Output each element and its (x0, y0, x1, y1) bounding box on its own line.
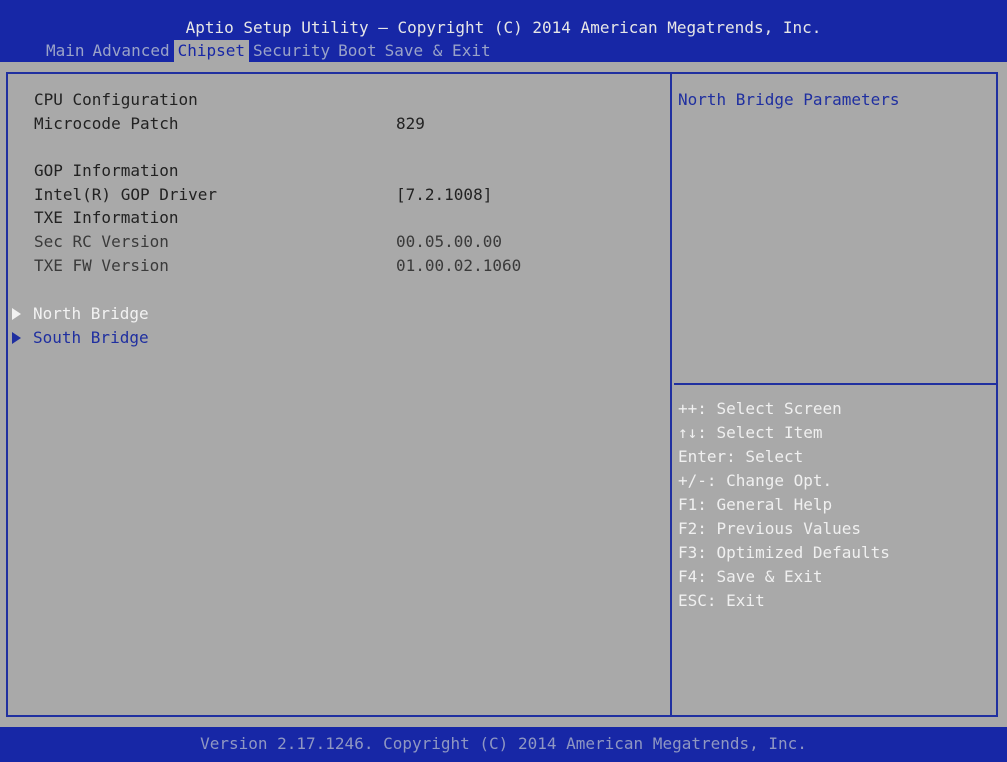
triangle-right-icon (12, 332, 21, 344)
cpu-configuration-heading: CPU Configuration (34, 90, 198, 109)
submenu-label: North Bridge (33, 304, 149, 323)
gop-driver-label: Intel(R) GOP Driver (34, 185, 218, 204)
bios-setup-screen: Aptio Setup Utility – Copyright (C) 2014… (0, 0, 1007, 762)
help-key-f3: F3: Optimized Defaults (678, 543, 890, 562)
help-key-select-screen: ++: Select Screen (678, 399, 842, 418)
submenu-north-bridge[interactable]: North Bridge (12, 303, 149, 325)
microcode-patch-label: Microcode Patch (34, 114, 179, 133)
header-bar: Aptio Setup Utility – Copyright (C) 2014… (0, 0, 1007, 62)
triangle-right-icon (12, 308, 21, 320)
help-key-enter: Enter: Select (678, 447, 804, 466)
gop-information-heading: GOP Information (34, 161, 179, 180)
help-key-esc: ESC: Exit (678, 591, 765, 610)
txe-information-heading: TXE Information (34, 208, 179, 227)
txe-fw-version-value: 01.00.02.1060 (396, 256, 522, 275)
sec-rc-version-label: Sec RC Version (34, 232, 169, 251)
help-key-f4: F4: Save & Exit (678, 567, 823, 586)
submenu-label: South Bridge (33, 328, 149, 347)
help-key-select-item: ↑↓: Select Item (678, 423, 823, 442)
help-key-f1: F1: General Help (678, 495, 833, 514)
tab-main[interactable]: Main (42, 40, 89, 62)
submenu-south-bridge[interactable]: South Bridge (12, 327, 149, 349)
tab-bar: Main Advanced Chipset Security Boot Save… (42, 40, 495, 62)
txe-fw-version-label: TXE FW Version (34, 256, 169, 275)
footer-bar: Version 2.17.1246. Copyright (C) 2014 Am… (0, 727, 1007, 762)
tab-advanced[interactable]: Advanced (89, 40, 174, 62)
tab-security[interactable]: Security (249, 40, 334, 62)
tab-boot[interactable]: Boot (334, 40, 381, 62)
app-title: Aptio Setup Utility – Copyright (C) 2014… (185, 18, 822, 37)
microcode-patch-value: 829 (396, 114, 425, 133)
help-key-f2: F2: Previous Values (678, 519, 862, 538)
pane-divider (670, 72, 672, 717)
sec-rc-version-value: 00.05.00.00 (396, 232, 502, 251)
help-key-change-opt: +/-: Change Opt. (678, 471, 833, 490)
help-divider (674, 383, 998, 385)
tab-chipset[interactable]: Chipset (173, 40, 250, 62)
help-description: North Bridge Parameters (678, 90, 900, 109)
tab-save-exit[interactable]: Save & Exit (381, 40, 495, 62)
version-text: Version 2.17.1246. Copyright (C) 2014 Am… (200, 734, 807, 753)
gop-driver-value: [7.2.1008] (396, 185, 493, 204)
